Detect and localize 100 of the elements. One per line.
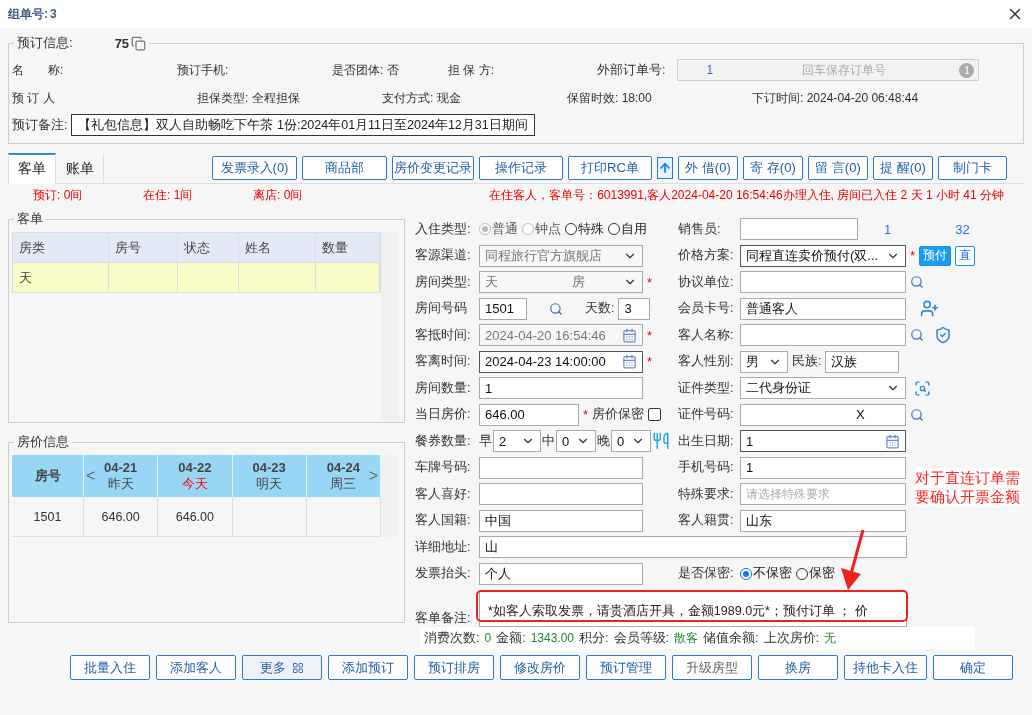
id-number-field[interactable]: X	[740, 403, 906, 426]
salesperson-field[interactable]	[740, 218, 858, 241]
field-label: 当日房价:	[415, 406, 472, 424]
toolbar-button[interactable]: 外 借(0)	[678, 156, 738, 180]
preference-field[interactable]	[479, 483, 643, 506]
room-count-field[interactable]: 1	[479, 377, 643, 400]
company-field[interactable]	[740, 271, 906, 294]
checkbox[interactable]	[648, 408, 662, 422]
table-row[interactable]: 天	[12, 263, 381, 293]
radio-option[interactable]: 不保密	[740, 565, 792, 583]
add-user-icon[interactable]	[920, 299, 939, 319]
field-label: 天数:	[585, 300, 615, 318]
room-number-field[interactable]: 1501	[479, 297, 527, 320]
room-link[interactable]: 1	[884, 221, 892, 237]
action-button[interactable]: 预订排房	[414, 655, 494, 680]
action-button[interactable]: 添加客人	[156, 655, 236, 680]
up-arrow-button[interactable]	[657, 157, 673, 179]
gender-select[interactable]: 男	[740, 350, 788, 373]
group-number: 3	[50, 7, 57, 21]
meal-select[interactable]: 2	[493, 430, 541, 453]
mobile-field[interactable]: 1	[740, 456, 906, 479]
tab[interactable]: 客单	[8, 152, 56, 184]
birth-date-field[interactable]: 1	[740, 430, 906, 453]
field-label: 房间数量:	[415, 379, 472, 397]
ethnicity-field[interactable]: 汉族	[825, 350, 900, 373]
previous-arrow[interactable]: <	[86, 467, 96, 485]
next-arrow[interactable]: >	[368, 467, 378, 485]
departure-date-field[interactable]: 2024-04-23 14:00:00	[479, 350, 643, 373]
room-link[interactable]: 32	[955, 221, 970, 237]
radio-button[interactable]	[796, 567, 808, 580]
stat-label: 储值余额:	[703, 629, 759, 647]
required-mark: *	[583, 407, 589, 423]
search-icon[interactable]	[910, 407, 924, 422]
toolbar-button[interactable]: 打印RC单	[568, 156, 652, 180]
info-pair: 担保类型: 全程担保	[197, 89, 301, 107]
guest-name-field[interactable]	[740, 324, 906, 347]
tab[interactable]: 账单	[56, 152, 104, 184]
field-label: 车牌号码:	[415, 459, 472, 477]
field-label: 入住类型:	[415, 220, 472, 238]
toolbar-button[interactable]: 操作记录	[479, 156, 563, 180]
calendar-icon	[622, 327, 637, 343]
radio-button[interactable]	[740, 567, 752, 580]
required-mark: *	[647, 274, 653, 290]
field-label: 价格方案:	[678, 247, 735, 265]
info-pair: 预 订 人	[12, 89, 56, 107]
id-card-icon[interactable]	[914, 379, 931, 397]
field-label: 证件号码:	[678, 406, 735, 424]
member-card-field[interactable]: 普通客人	[740, 297, 906, 320]
field-label: 中	[542, 432, 555, 450]
external-order-field[interactable]: 1 回车保存订单号 1	[677, 59, 980, 81]
field-label: 客人喜好:	[415, 485, 472, 503]
search-icon[interactable]	[910, 328, 924, 343]
action-button[interactable]: 添加预订	[328, 655, 408, 680]
field-label: 预订备注:	[12, 116, 68, 134]
copy-icon[interactable]	[131, 35, 147, 51]
field-label: 手机号码:	[678, 459, 735, 477]
field-label: 客离时间:	[415, 353, 472, 371]
radio-button[interactable]	[565, 223, 577, 236]
radio-option[interactable]: 自用	[608, 220, 647, 238]
action-button[interactable]: 预订管理	[586, 655, 666, 680]
toolbar-button[interactable]: 房价变更记录	[392, 156, 474, 180]
toolbar-button[interactable]: 寄 存(0)	[743, 156, 803, 180]
address-field[interactable]: 山	[479, 536, 907, 559]
toolbar-button[interactable]: 商品部	[302, 156, 387, 180]
action-button[interactable]: 换房	[758, 655, 838, 680]
action-button[interactable]: 持他卡入住	[844, 655, 927, 680]
shield-icon[interactable]	[934, 326, 952, 345]
invoice-title-field[interactable]: 个人	[479, 562, 643, 585]
field-label: 客抵时间:	[415, 326, 472, 344]
action-button[interactable]: 更多	[242, 655, 322, 680]
days-field[interactable]: 3	[618, 297, 651, 320]
toolbar-button[interactable]: 制门卡	[938, 156, 1007, 180]
daily-rate-field[interactable]: 646.00	[479, 403, 579, 426]
table-cell: 天	[13, 263, 109, 292]
nationality-field[interactable]: 中国	[479, 509, 643, 532]
radio-option[interactable]: 保密	[796, 565, 835, 583]
id-type-select[interactable]: 二代身份证	[740, 377, 906, 400]
rate-tag: 预付	[919, 245, 952, 266]
action-button[interactable]: 批量入住	[70, 655, 150, 680]
booking-remark-field[interactable]: 【礼包信息】双人自助畅吃下午茶 1份:2024年01月11日至2024年12月31日期间	[71, 114, 535, 136]
status-message: 在住客人，客单号：6013991,客人2024-04-20 16:54:46办理入住, 房间已入住 2 天 1 小时 41 分钟	[489, 186, 1004, 204]
search-icon[interactable]	[910, 275, 924, 290]
stat-label: 会员等级:	[613, 629, 669, 647]
radio-button[interactable]	[608, 223, 620, 236]
meal-select[interactable]: 0	[611, 430, 651, 453]
field-label: 证件类型:	[678, 379, 735, 397]
action-button[interactable]: 修改房价	[500, 655, 580, 680]
panel-legend: 客单	[17, 210, 43, 228]
stat-value: 无	[824, 629, 836, 647]
native-place-field[interactable]: 山东	[740, 509, 906, 532]
meal-select[interactable]: 0	[556, 430, 596, 453]
rate-plan-select[interactable]: 同程直连卖价预付(双...	[740, 244, 906, 267]
radio-option[interactable]: 特殊	[565, 220, 604, 238]
plate-field[interactable]	[479, 456, 643, 479]
toolbar-button[interactable]: 留 言(0)	[808, 156, 868, 180]
toolbar-button[interactable]: 发票录入(0)	[212, 156, 297, 180]
toolbar-button[interactable]: 提 醒(0)	[873, 156, 933, 180]
search-icon[interactable]	[549, 301, 563, 316]
column-header: 姓名	[239, 233, 316, 262]
action-button[interactable]: 确定	[933, 655, 1013, 680]
